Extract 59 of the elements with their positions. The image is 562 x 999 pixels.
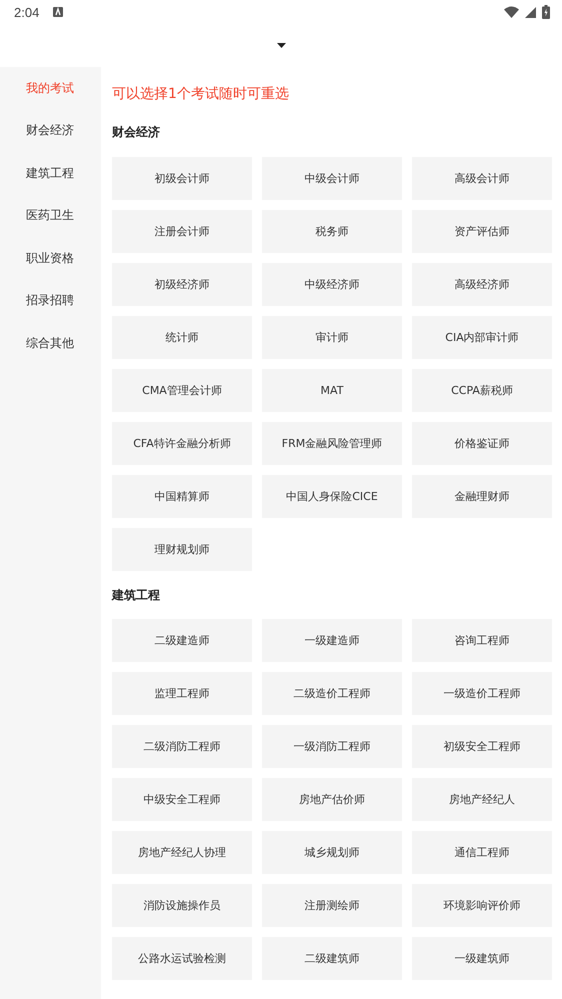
exam-option[interactable]: CFA特许金融分析师 <box>112 422 252 465</box>
exam-option[interactable]: 资产评估师 <box>412 210 552 253</box>
exam-option[interactable]: 通信工程师 <box>412 831 552 874</box>
exam-option[interactable]: 公路水运试验检测 <box>112 937 252 980</box>
exam-option[interactable]: CCPA薪税师 <box>412 369 552 412</box>
exam-option[interactable]: 房地产估价师 <box>262 778 402 821</box>
exam-option[interactable]: 一级消防工程师 <box>262 725 402 768</box>
exam-option[interactable]: MAT <box>262 369 402 412</box>
exam-option[interactable]: 中级经济师 <box>262 263 402 306</box>
exam-option[interactable]: 税务师 <box>262 210 402 253</box>
wifi-icon <box>504 6 519 18</box>
exam-option[interactable]: 注册会计师 <box>112 210 252 253</box>
exam-option[interactable]: 初级会计师 <box>112 157 252 200</box>
sidebar-item[interactable]: 综合其他 <box>0 322 101 364</box>
exam-option[interactable]: 统计师 <box>112 316 252 359</box>
section-title: 建筑工程 <box>112 587 161 604</box>
exam-option[interactable]: CMA管理会计师 <box>112 369 252 412</box>
notification-icon <box>53 7 64 17</box>
exam-option[interactable]: 中级会计师 <box>262 157 402 200</box>
exam-option[interactable]: 房地产经纪人 <box>412 778 552 821</box>
exam-option[interactable]: 理财规划师 <box>112 528 252 571</box>
status-time: 2:04 <box>14 4 40 20</box>
exam-option[interactable]: 审计师 <box>262 316 402 359</box>
signal-icon <box>525 6 536 18</box>
exam-option[interactable]: CIA内部审计师 <box>412 316 552 359</box>
exam-option[interactable]: 二级建筑师 <box>262 937 402 980</box>
sidebar-item[interactable]: 招录招聘 <box>0 280 101 322</box>
exam-option[interactable]: 注册测绘师 <box>262 884 402 927</box>
exam-option[interactable]: 中级安全工程师 <box>112 778 252 821</box>
exam-option[interactable]: 中国人身保险CICE <box>262 475 402 518</box>
exam-option[interactable]: 咨询工程师 <box>412 619 552 662</box>
exam-option[interactable]: 一级造价工程师 <box>412 672 552 715</box>
exam-option[interactable]: 城乡规划师 <box>262 831 402 874</box>
exam-option[interactable]: 初级安全工程师 <box>412 725 552 768</box>
exam-option[interactable]: 环境影响评价师 <box>412 884 552 927</box>
exam-option[interactable]: 价格鉴证师 <box>412 422 552 465</box>
section-title: 财会经济 <box>112 124 161 141</box>
exam-option[interactable]: 房地产经纪人协理 <box>112 831 252 874</box>
exam-option[interactable]: 中国精算师 <box>112 475 252 518</box>
hint-text: 可以选择1个考试随时可重选 <box>112 85 290 104</box>
exam-option[interactable]: 初级经济师 <box>112 263 252 306</box>
dropdown-caret-icon[interactable] <box>277 43 286 48</box>
exam-option[interactable]: 二级消防工程师 <box>112 725 252 768</box>
battery-icon <box>542 5 550 19</box>
exam-option[interactable]: 监理工程师 <box>112 672 252 715</box>
exam-option[interactable]: 金融理财师 <box>412 475 552 518</box>
sidebar-item[interactable]: 建筑工程 <box>0 152 101 194</box>
exam-option[interactable]: 二级建造师 <box>112 619 252 662</box>
exam-option[interactable]: 消防设施操作员 <box>112 884 252 927</box>
sidebar-item[interactable]: 职业资格 <box>0 237 101 280</box>
sidebar-item[interactable]: 我的考试 <box>0 67 101 110</box>
exam-option[interactable]: 二级造价工程师 <box>262 672 402 715</box>
exam-option[interactable]: 一级建筑师 <box>412 937 552 980</box>
sidebar-item[interactable]: 财会经济 <box>0 110 101 152</box>
sidebar-item[interactable]: 医药卫生 <box>0 194 101 237</box>
exam-option[interactable]: FRM金融风险管理师 <box>262 422 402 465</box>
exam-option[interactable]: 高级经济师 <box>412 263 552 306</box>
exam-option[interactable]: 高级会计师 <box>412 157 552 200</box>
exam-option[interactable]: 一级建造师 <box>262 619 402 662</box>
